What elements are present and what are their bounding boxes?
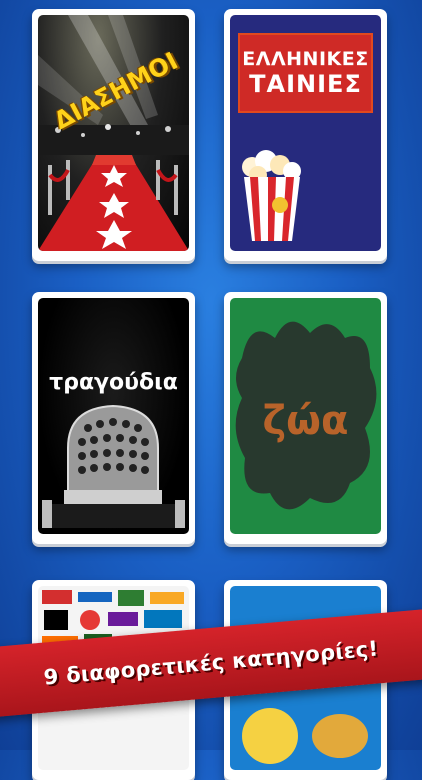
popcorn-icon <box>242 150 301 241</box>
category-card-celebrities[interactable]: ΔΙΑΣΗΜΟΙ <box>32 9 195 261</box>
category-card-songs[interactable]: τραγούδια <box>32 292 195 544</box>
category-card-greek-movies[interactable]: ΕΛΛΗΝΙΚΕΣ ΤΑΙΝΙΕΣ <box>224 9 387 261</box>
microphone-icon <box>42 404 185 528</box>
celebrities-artwork: ΔΙΑΣΗΜΟΙ <box>38 15 189 251</box>
songs-artwork: τραγούδια <box>38 298 189 534</box>
greek-movies-artwork: ΕΛΛΗΝΙΚΕΣ ΤΑΙΝΙΕΣ <box>230 15 381 251</box>
category-card-animals[interactable]: ζώα <box>224 292 387 544</box>
category-title-animals: ζώα <box>262 398 349 444</box>
promo-banner-text: 9 διαφορετικές κατηγορίες! <box>42 636 380 690</box>
animals-artwork: ζώα <box>230 298 381 534</box>
